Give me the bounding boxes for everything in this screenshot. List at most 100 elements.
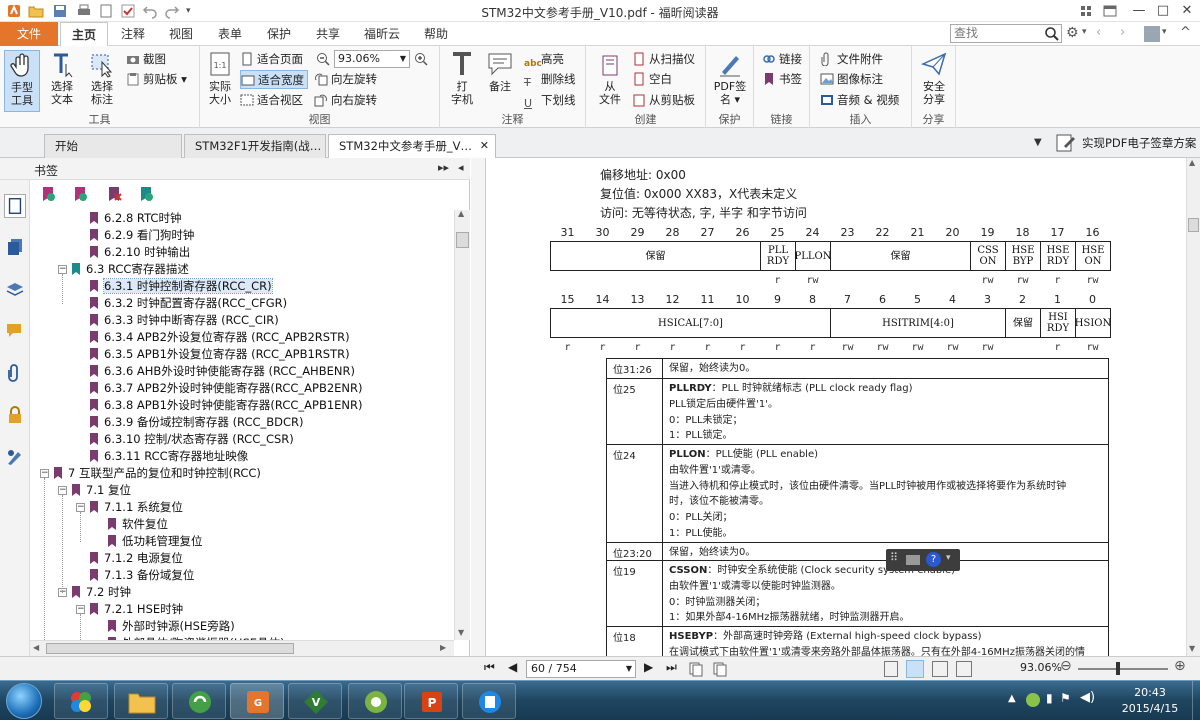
audio-video-button[interactable]: 音频 & 视频 xyxy=(820,91,899,110)
expand-bookmark-icon[interactable] xyxy=(40,186,56,202)
taskbar-app-1[interactable] xyxy=(54,683,108,719)
user-dropdown-icon[interactable]: ▾ xyxy=(1162,27,1167,37)
comments-icon[interactable] xyxy=(6,322,24,340)
taskbar-qt[interactable] xyxy=(348,683,402,719)
bookmark-item[interactable]: 7.1.3 备份域复位 xyxy=(90,567,194,584)
expand-panel-icon[interactable]: ▸▸ xyxy=(438,161,449,174)
bookmark-item[interactable]: 7 互联型产品的复位和时钟控制(RCC) xyxy=(54,465,261,482)
bookmark-item[interactable]: 6.3.11 RCC寄存器地址映像 xyxy=(90,448,248,465)
layers-icon[interactable] xyxy=(6,280,24,298)
flag-icon[interactable]: ⚑ xyxy=(1060,691,1071,705)
tab-start[interactable]: 开始 xyxy=(44,134,182,158)
previous-page-icon[interactable]: ◀ xyxy=(508,660,517,674)
tab-home[interactable]: 主页 xyxy=(60,22,108,47)
from-scanner-button[interactable]: 从扫描仪 xyxy=(632,50,695,69)
scroll-left-arrow-icon[interactable]: ◀ xyxy=(33,643,39,652)
bookmark-item[interactable]: 6.2.10 时钟输出 xyxy=(90,244,190,261)
doc-scroll-down-icon[interactable]: ▼ xyxy=(1189,644,1195,653)
tray-app-icon[interactable] xyxy=(1026,693,1040,707)
bookmark-item[interactable]: 6.3.9 备份域控制寄存器 (RCC_BDCR) xyxy=(90,414,304,431)
floatbar-dropdown-icon[interactable]: ▾ xyxy=(946,553,951,563)
status-zoom-value[interactable]: 93.06% xyxy=(1020,661,1062,674)
tree-expander-icon[interactable]: − xyxy=(40,469,49,478)
collapse-panel-icon[interactable]: ◂ xyxy=(458,161,464,174)
last-page-icon[interactable]: ⏭ xyxy=(666,660,677,675)
next-page-icon[interactable]: ▶ xyxy=(644,660,653,674)
bookmark-item[interactable]: 6.3.2 时钟配置寄存器(RCC_CFGR) xyxy=(90,295,287,312)
bookmark-item[interactable]: 6.3 RCC寄存器描述 xyxy=(72,261,189,278)
bookmark-item[interactable]: 外部时钟源(HSE旁路) xyxy=(108,618,235,635)
user-avatar-icon[interactable] xyxy=(1144,26,1160,42)
pdf-sign-button[interactable]: PDF签 名 ▾ xyxy=(712,50,748,106)
rotate-left-button[interactable]: 向左旋转 xyxy=(314,70,377,89)
highlight-button[interactable]: abc高亮 xyxy=(524,50,564,69)
nav-back-icon[interactable]: ‹ xyxy=(1096,25,1101,40)
from-clipboard-button[interactable]: 从剪贴板 xyxy=(632,91,695,110)
rotate-right-button[interactable]: 向右旋转 xyxy=(314,91,377,110)
keyboard-icon[interactable] xyxy=(906,555,920,565)
bookmark-item[interactable]: 6.3.7 APB2外设时钟使能寄存器(RCC_APB2ENR) xyxy=(90,380,363,397)
taskbar-powerpoint[interactable]: P xyxy=(404,683,458,719)
tree-expander-icon[interactable]: − xyxy=(58,486,67,495)
zoom-combo[interactable]: 93.06% ▼ xyxy=(334,50,410,68)
find-bookmark-icon[interactable] xyxy=(138,186,154,202)
first-page-icon[interactable]: ⏮ xyxy=(484,660,495,675)
delete-bookmark-icon[interactable] xyxy=(106,186,122,202)
close-tab-icon[interactable]: ✕ xyxy=(480,135,489,157)
underline-button[interactable]: U 下划线 xyxy=(524,91,576,110)
select-text-button[interactable]: 选择 文本 xyxy=(44,50,80,106)
note-button[interactable]: 备注 xyxy=(482,50,518,93)
screenshot-button[interactable]: 截图 xyxy=(126,50,166,69)
zoom-in-icon[interactable] xyxy=(414,52,428,66)
single-page-view-icon[interactable] xyxy=(884,661,898,677)
zoom-slider-track[interactable] xyxy=(1078,668,1168,670)
actual-size-button[interactable]: 1:1 实际 大小 xyxy=(202,50,238,106)
tab-comment[interactable]: 注释 xyxy=(112,22,154,46)
bookmarks-scroll-thumb[interactable] xyxy=(456,232,469,248)
file-menu-button[interactable]: 文件 xyxy=(0,22,58,46)
tab-stm32-manual[interactable]: STM32中文参考手册_V… ✕ xyxy=(328,134,496,159)
bookmark-item[interactable]: 6.3.5 APB1外设复位寄存器 (RCC_APB1RSTR) xyxy=(90,346,350,363)
e-signature-promo-link[interactable]: 实现PDF电子签章方案 xyxy=(1082,135,1196,151)
taskbar-reader[interactable] xyxy=(462,683,516,719)
help-icon[interactable]: ? xyxy=(926,552,941,567)
taskbar-browser[interactable] xyxy=(172,683,226,719)
tab-help[interactable]: 帮助 xyxy=(415,22,457,46)
tab-foxit-cloud[interactable]: 福昕云 xyxy=(355,22,409,46)
status-zoom-in-icon[interactable]: ⊕ xyxy=(1174,658,1186,674)
facing-view-icon[interactable] xyxy=(932,661,948,677)
taskbar-vim[interactable]: V xyxy=(288,683,342,719)
tab-view[interactable]: 视图 xyxy=(160,22,202,46)
bookmark-item[interactable]: 6.3.4 APB2外设复位寄存器 (RCC_APB2RSTR) xyxy=(90,329,350,346)
taskbar-clock[interactable]: 20:43 2015/4/15 xyxy=(1110,685,1190,717)
bookmark-item[interactable]: 6.2.9 看门狗时钟 xyxy=(90,227,194,244)
tab-protect[interactable]: 保护 xyxy=(258,22,300,46)
continuous-facing-view-icon[interactable] xyxy=(956,661,972,677)
bookmark-item[interactable]: 7.1.1 系统复位 xyxy=(90,499,183,516)
bookmark-item[interactable]: 7.1 复位 xyxy=(72,482,131,499)
scroll-up-arrow-icon[interactable]: ▲ xyxy=(458,209,464,218)
bookmark-item[interactable]: 6.3.6 AHB外设时钟使能寄存器 (RCC_AHBENR) xyxy=(90,363,355,380)
nav-forward-icon[interactable]: › xyxy=(1120,25,1125,40)
ribbon-toggle-icon[interactable]: ^ xyxy=(1180,25,1191,40)
volume-icon[interactable]: ◀) xyxy=(1080,690,1095,705)
fit-page-button[interactable]: 适合页面 xyxy=(240,50,303,69)
document-vertical-scrollbar[interactable]: ▲ ▼ xyxy=(1186,158,1200,656)
zoom-slider-thumb[interactable] xyxy=(1116,662,1120,675)
clipboard-button[interactable]: 剪贴板 ▾ xyxy=(126,70,187,89)
tab-stm32f1-guide[interactable]: STM32F1开发指南(战… xyxy=(184,134,326,158)
page-thumbnails-icon[interactable] xyxy=(4,194,26,218)
strikeout-button[interactable]: T 删除线 xyxy=(524,70,576,89)
scroll-down-arrow-icon[interactable]: ▼ xyxy=(458,628,464,637)
secure-share-button[interactable]: 安全 分享 xyxy=(916,50,952,106)
bookmark-item[interactable]: 6.2.8 RTC时钟 xyxy=(90,210,181,227)
tray-expand-icon[interactable]: ▲ xyxy=(1008,693,1016,704)
taskbar-foxit[interactable]: G xyxy=(230,683,284,719)
start-button[interactable] xyxy=(6,683,42,719)
bookmark-item[interactable]: 7.2.1 HSE时钟 xyxy=(90,601,183,618)
bookmarks-vertical-scrollbar[interactable]: ▲ ▼ xyxy=(454,209,470,640)
page-number-field[interactable]: 60 / 754 ▼ xyxy=(526,660,636,678)
bookmark-item[interactable]: 6.3.8 APB1外设时钟使能寄存器(RCC_APB1ENR) xyxy=(90,397,363,414)
taskbar-explorer[interactable] xyxy=(114,683,168,719)
scroll-right-arrow-icon[interactable]: ▶ xyxy=(440,643,446,652)
